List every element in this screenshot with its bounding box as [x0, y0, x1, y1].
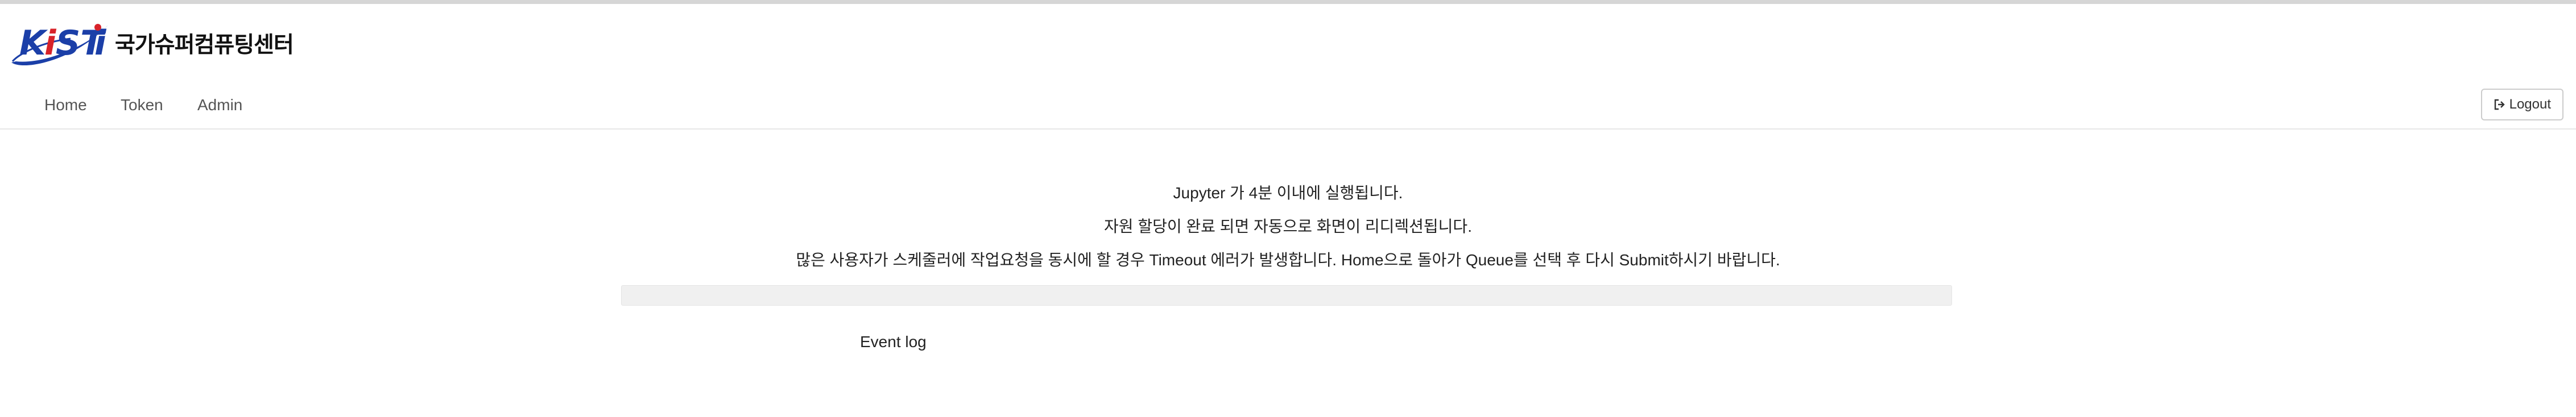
sign-out-icon — [2494, 99, 2505, 110]
event-log-toggle[interactable]: Event log — [860, 332, 927, 352]
svg-text:i: i — [44, 23, 57, 63]
top-navbar: Home Token Admin Logout — [0, 85, 2576, 130]
top-border — [0, 0, 2576, 4]
nav-token[interactable]: Token — [121, 94, 163, 116]
nav-home[interactable]: Home — [44, 94, 87, 116]
kisti-logo-mark: K i ST i — [8, 19, 110, 70]
logout-label: Logout — [2509, 97, 2551, 112]
status-message-timeout: 많은 사용자가 스케줄러에 작업요청을 동시에 할 경우 Timeout 에러가… — [796, 251, 1780, 269]
org-name: 국가슈퍼컴퓨팅센터 — [115, 32, 294, 58]
logout-button[interactable]: Logout — [2480, 89, 2563, 120]
site-logo[interactable]: K i ST i 국가슈퍼컴퓨팅센터 — [8, 19, 294, 70]
status-message-launch: Jupyter 가 4분 이내에 실행됩니다. — [1173, 184, 1403, 202]
status-message-redirect: 자원 할당이 완료 되면 자동으로 화면이 리디렉션됩니다. — [1104, 218, 1472, 235]
spawn-progress-bar — [621, 285, 1952, 306]
nav-admin[interactable]: Admin — [197, 94, 242, 116]
